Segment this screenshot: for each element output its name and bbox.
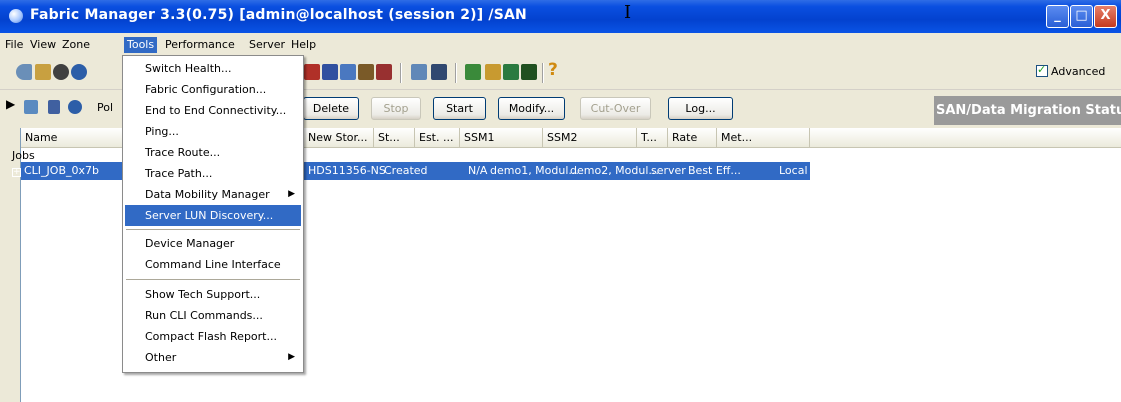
- toolbar-separator: [400, 63, 402, 83]
- maximize-button[interactable]: □: [1070, 5, 1093, 28]
- title-bar[interactable]: Fabric Manager 3.3(0.75) [admin@localhos…: [0, 0, 1121, 33]
- menu-item-ping[interactable]: Ping...: [125, 121, 301, 142]
- column-header-rate[interactable]: Rate: [668, 128, 717, 148]
- menu-item-show-tech-support[interactable]: Show Tech Support...: [125, 284, 301, 305]
- ibeam-cursor-icon: I: [624, 2, 632, 23]
- tool-icon-2[interactable]: [322, 64, 338, 80]
- menu-separator: [126, 229, 300, 230]
- tool-icon-6[interactable]: [411, 64, 427, 80]
- modify-button[interactable]: Modify...: [498, 97, 565, 120]
- stop-button[interactable]: Stop: [371, 97, 421, 120]
- close-button[interactable]: X: [1094, 5, 1117, 28]
- globe-icon[interactable]: [68, 100, 82, 114]
- policy-tab-label[interactable]: Pol: [97, 101, 113, 114]
- menu-item-trace-route[interactable]: Trace Route...: [125, 142, 301, 163]
- column-header-ssm1[interactable]: SSM1: [460, 128, 543, 148]
- menu-item-server-lun-discovery[interactable]: Server LUN Discovery...: [125, 205, 301, 226]
- help-icon[interactable]: ?: [548, 60, 558, 80]
- ssm2-cell: demo2, Modul...: [570, 164, 659, 177]
- tool-icon-1[interactable]: [304, 64, 320, 80]
- cut-over-button[interactable]: Cut-Over: [580, 97, 651, 120]
- database-icon[interactable]: [48, 100, 60, 114]
- delete-button[interactable]: Delete: [303, 97, 359, 120]
- window-title: Fabric Manager 3.3(0.75) [admin@localhos…: [30, 7, 527, 23]
- fabric-icon[interactable]: [16, 64, 32, 80]
- column-header-est[interactable]: Est. ...: [415, 128, 460, 148]
- refresh-icon[interactable]: [35, 64, 51, 80]
- app-icon: [9, 9, 23, 23]
- menu-item-label: Data Mobility Manager: [145, 188, 270, 201]
- migration-status-header: SAN/Data Migration Status: [934, 96, 1121, 125]
- submenu-arrow-icon: ▶: [288, 352, 295, 362]
- start-button[interactable]: Start: [433, 97, 486, 120]
- submenu-arrow-icon: ▶: [288, 189, 295, 199]
- toolbar-separator: [455, 63, 457, 83]
- menu-item-end-to-end-connectivity[interactable]: End to End Connectivity...: [125, 100, 301, 121]
- jobs-group-label: Jobs: [12, 149, 35, 162]
- menu-item-device-manager[interactable]: Device Manager: [125, 233, 301, 254]
- tool-icon-7[interactable]: [431, 64, 447, 80]
- menu-performance[interactable]: Performance: [162, 37, 238, 53]
- column-header-status[interactable]: St...: [374, 128, 415, 148]
- menu-zone[interactable]: Zone: [59, 37, 93, 53]
- tool-icon-10[interactable]: [503, 64, 519, 80]
- menu-help[interactable]: Help: [288, 37, 319, 53]
- menu-item-switch-health[interactable]: Switch Health...: [125, 58, 301, 79]
- menu-server[interactable]: Server: [246, 37, 288, 53]
- log-button[interactable]: Log...: [668, 97, 733, 120]
- ssm1-cell: demo1, Modul...: [490, 164, 579, 177]
- toolbar-separator: [542, 63, 544, 83]
- checkbox-checked-icon[interactable]: [1036, 63, 1048, 77]
- menu-item-compact-flash-report[interactable]: Compact Flash Report...: [125, 326, 301, 347]
- menu-view[interactable]: View: [27, 37, 59, 53]
- expand-plus-icon[interactable]: +: [12, 168, 21, 177]
- advanced-checkbox[interactable]: Advanced: [1036, 63, 1106, 78]
- menu-separator: [126, 279, 300, 280]
- globe-icon[interactable]: [71, 64, 87, 80]
- new-storage-cell: HDS11356-NS: [308, 164, 386, 177]
- status-cell: Created: [384, 164, 428, 177]
- menu-item-label: Other: [145, 351, 177, 364]
- job-name: CLI_JOB_0x7b: [24, 164, 99, 177]
- tool-icon-4[interactable]: [358, 64, 374, 80]
- menu-file[interactable]: File: [2, 37, 26, 53]
- job-name-cell: + CLI_JOB_0x7b: [12, 162, 99, 180]
- est-cell: N/A: [468, 164, 488, 177]
- advanced-label: Advanced: [1051, 65, 1106, 78]
- menu-item-fabric-configuration[interactable]: Fabric Configuration...: [125, 79, 301, 100]
- column-header-new-storage[interactable]: New Stor...: [304, 128, 374, 148]
- filter-icon[interactable]: [24, 100, 38, 114]
- tool-icon-5[interactable]: [376, 64, 392, 80]
- expand-panel-icon[interactable]: ▶: [6, 97, 15, 111]
- menu-item-trace-path[interactable]: Trace Path...: [125, 163, 301, 184]
- tool-icon-8[interactable]: [465, 64, 481, 80]
- column-header-method[interactable]: Met...: [717, 128, 810, 148]
- type-cell: server: [651, 164, 686, 177]
- menu-item-data-mobility-manager[interactable]: Data Mobility Manager ▶: [125, 184, 301, 205]
- menu-item-command-line-interface[interactable]: Command Line Interface: [125, 254, 301, 275]
- column-header-type[interactable]: T...: [637, 128, 668, 148]
- menu-item-run-cli-commands[interactable]: Run CLI Commands...: [125, 305, 301, 326]
- method-cell: Local: [779, 164, 808, 177]
- tools-menu: Switch Health... Fabric Configuration...…: [122, 55, 304, 373]
- menu-bar: File View Zone Tools Performance Server …: [0, 33, 1121, 55]
- rate-cell: Best Eff...: [688, 164, 741, 177]
- tool-icon-3[interactable]: [340, 64, 356, 80]
- menu-item-other[interactable]: Other ▶: [125, 347, 301, 368]
- binoculars-icon[interactable]: [53, 64, 69, 80]
- column-header-ssm2[interactable]: SSM2: [543, 128, 637, 148]
- menu-tools[interactable]: Tools: [124, 37, 158, 53]
- minimize-button[interactable]: _: [1046, 5, 1069, 28]
- column-header-filler: [810, 128, 1121, 148]
- application-window: Fabric Manager 3.3(0.75) [admin@localhos…: [0, 0, 1121, 402]
- tool-icon-9[interactable]: [485, 64, 501, 80]
- tool-icon-11[interactable]: [521, 64, 537, 80]
